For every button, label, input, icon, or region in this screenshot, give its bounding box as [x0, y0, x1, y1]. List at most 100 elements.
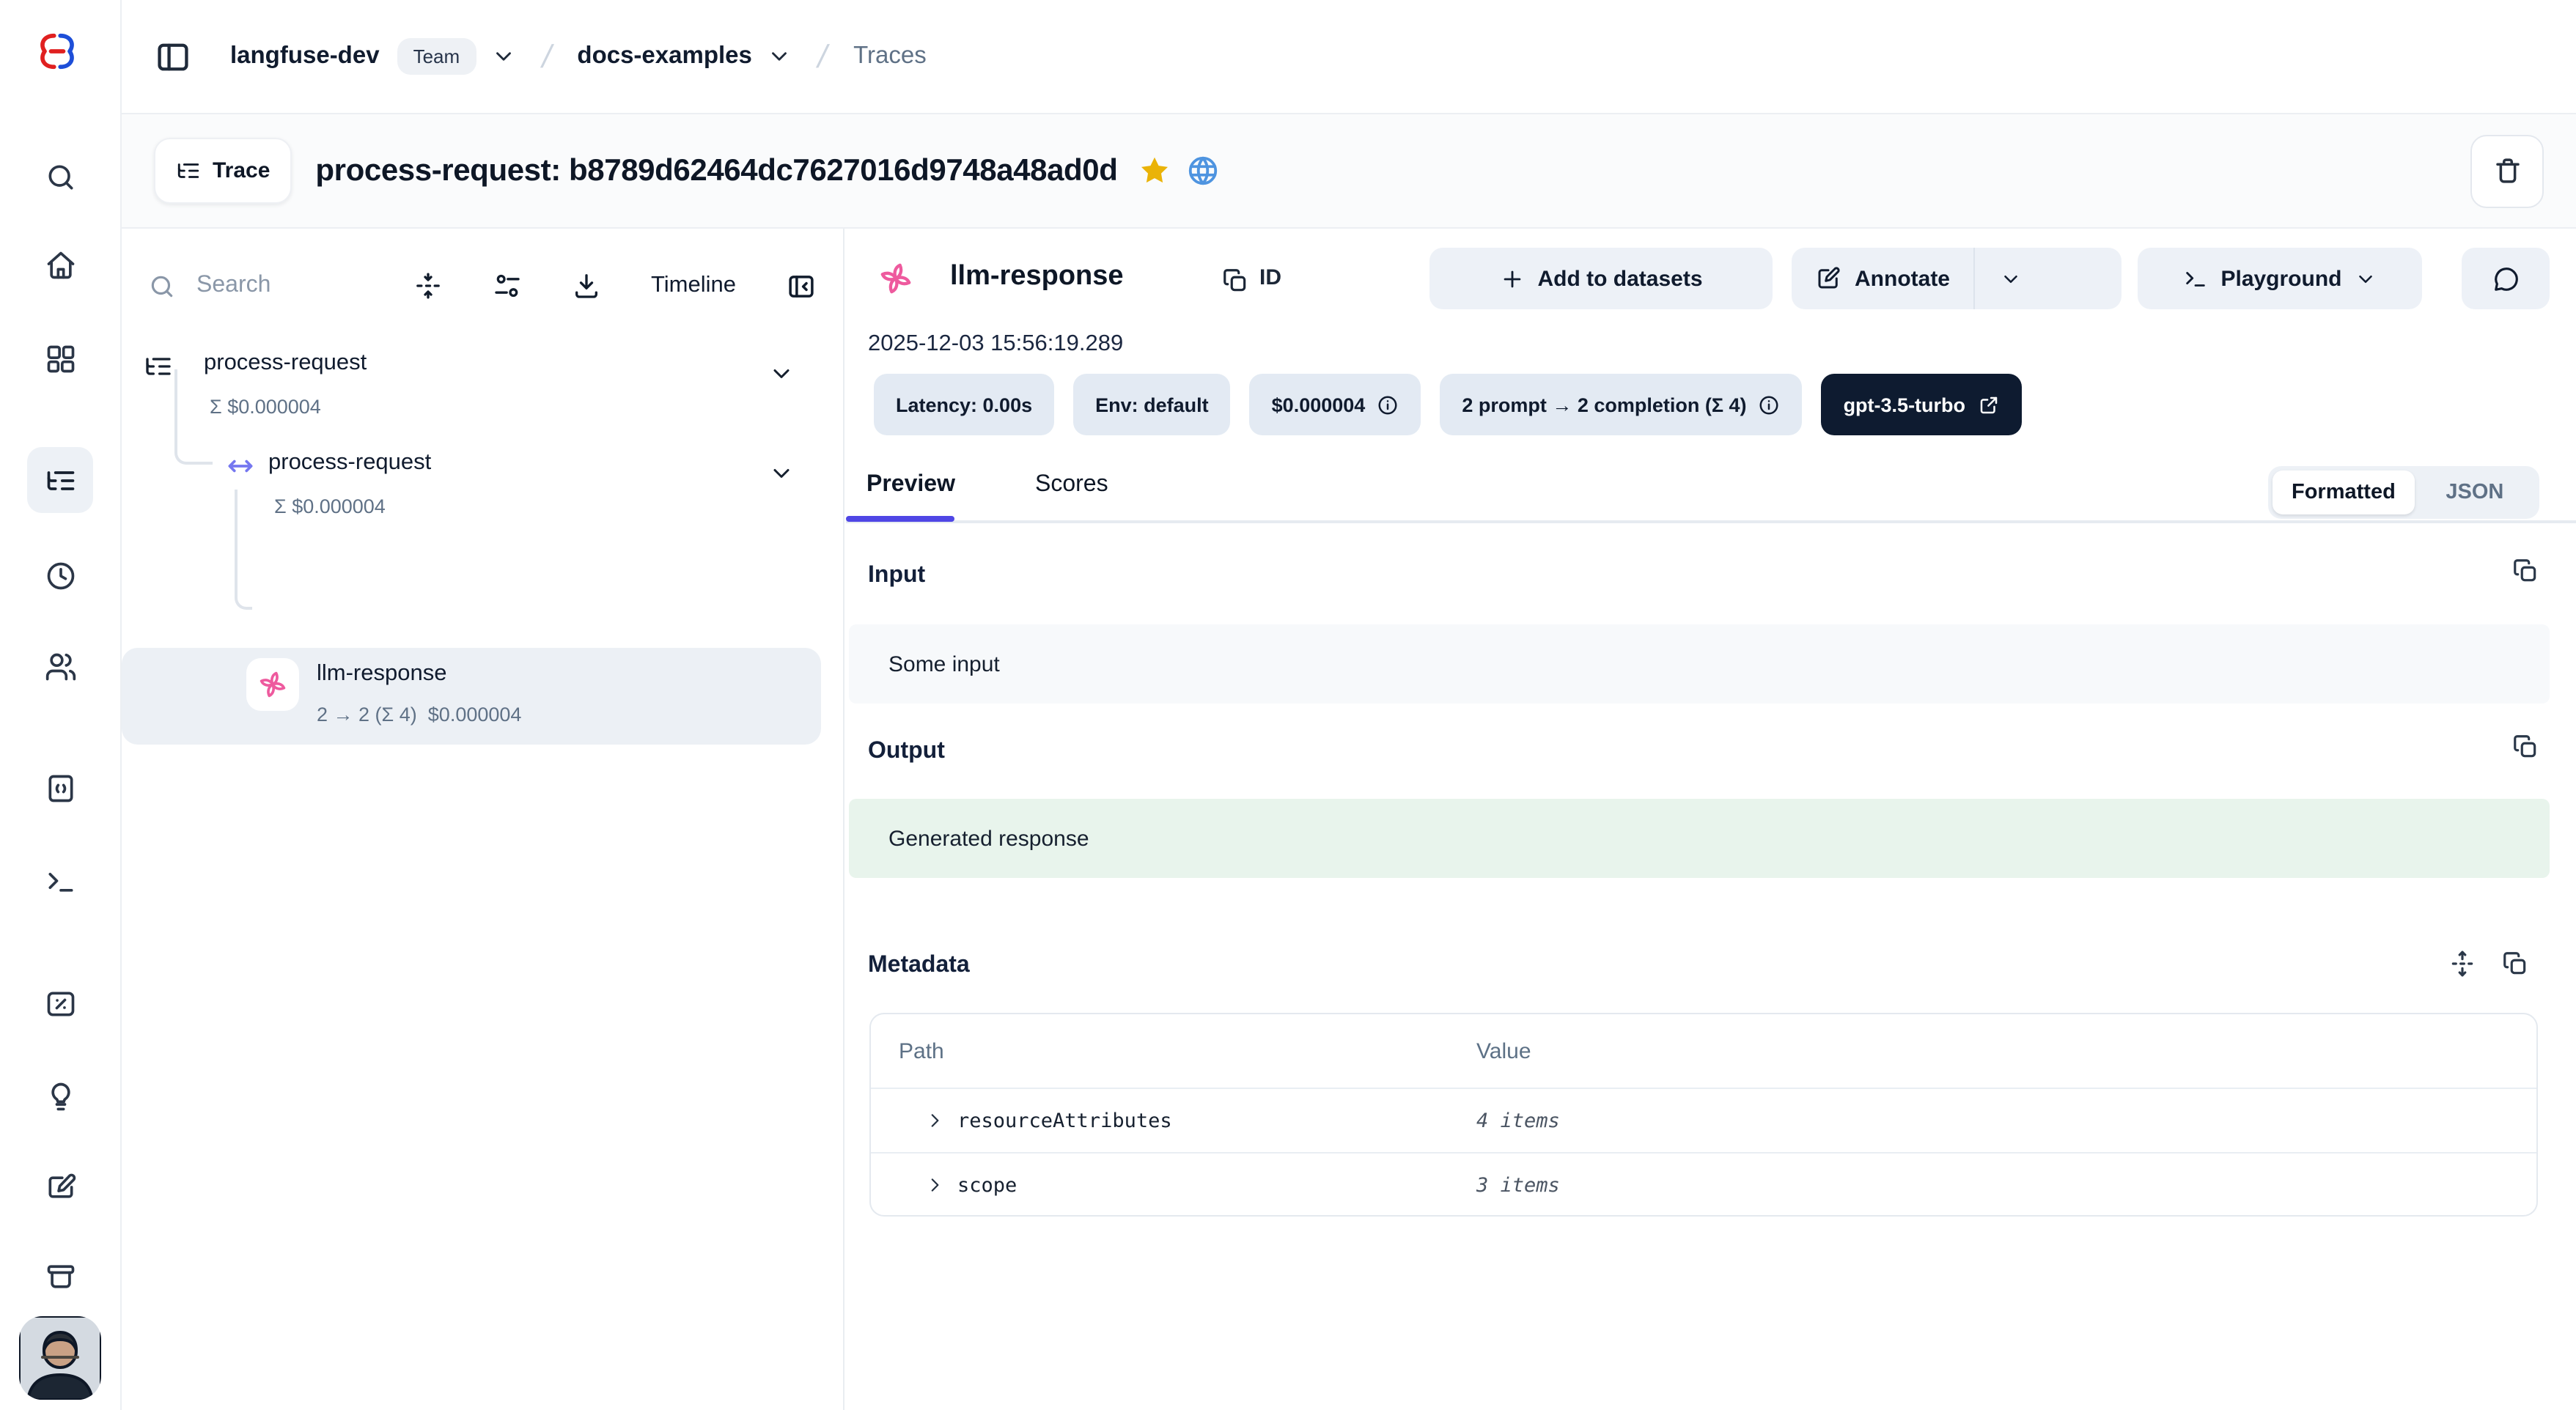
- cost-badge: $0.000004: [1250, 374, 1421, 435]
- search-icon[interactable]: [27, 144, 93, 210]
- playground-button[interactable]: Playground: [2138, 248, 2422, 309]
- metadata-table: Path Value resourceAttributes 4 items sc…: [869, 1013, 2538, 1217]
- generation-icon-box: [246, 658, 299, 711]
- id-label: ID: [1259, 265, 1281, 290]
- latency-badge: Latency: 0.00s: [874, 374, 1054, 435]
- terminal-icon: [2182, 266, 2207, 291]
- column-path: Path: [871, 1038, 944, 1063]
- nav-rail: [0, 0, 122, 1410]
- copy-input-icon[interactable]: [2511, 557, 2539, 585]
- timeline-toggle[interactable]: Timeline: [651, 273, 736, 299]
- langfuse-logo[interactable]: [32, 26, 82, 76]
- breadcrumb-project[interactable]: langfuse-dev: [230, 43, 380, 70]
- tracing-icon[interactable]: [27, 447, 93, 513]
- annotate-button[interactable]: Annotate: [1792, 248, 1973, 309]
- search-icon: [148, 272, 176, 300]
- external-link-icon: [1977, 394, 1999, 416]
- home-icon[interactable]: [27, 232, 93, 298]
- evals-percent-icon[interactable]: [27, 970, 93, 1036]
- metadata-section-label: Metadata: [868, 953, 970, 979]
- metric-badges: Latency: 0.00s Env: default $0.000004 2 …: [874, 374, 2021, 435]
- tab-scores[interactable]: Scores: [1035, 472, 1108, 498]
- users-icon[interactable]: [27, 633, 93, 699]
- breadcrumb-separator: /: [814, 37, 831, 75]
- tree-connector: [174, 369, 213, 465]
- env-badge: Env: default: [1073, 374, 1231, 435]
- formatted-toggle[interactable]: Formatted: [2273, 470, 2415, 514]
- collapse-panel-icon[interactable]: [786, 270, 817, 301]
- app-window: langfuse-dev Team / docs-examples / Trac…: [0, 0, 2576, 1410]
- tabs-divider: [846, 520, 2576, 523]
- datasets-archive-icon[interactable]: [27, 1243, 93, 1309]
- prompts-file-icon[interactable]: [27, 755, 93, 821]
- lightbulb-icon[interactable]: [27, 1063, 93, 1129]
- fold-tree-icon[interactable]: [413, 271, 443, 300]
- breadcrumb-environment[interactable]: docs-examples: [577, 43, 751, 70]
- tab-preview[interactable]: Preview: [866, 472, 955, 498]
- chevron-right-icon: [925, 1111, 944, 1130]
- trace-type-badge: Trace: [154, 138, 292, 204]
- copy-output-icon[interactable]: [2511, 733, 2539, 761]
- copy-metadata-icon[interactable]: [2501, 950, 2529, 978]
- tree-connector: [235, 490, 252, 610]
- org-plan-badge: Team: [397, 38, 476, 75]
- chevron-down-icon[interactable]: [767, 44, 792, 69]
- chevron-right-icon: [925, 1175, 944, 1195]
- input-content: Some input: [849, 624, 2550, 704]
- output-content: Generated response: [849, 799, 2550, 878]
- user-avatar[interactable]: [19, 1316, 101, 1400]
- tree-row-metrics: 2 → 2 (Σ 4) $0.000004: [317, 704, 521, 726]
- info-icon[interactable]: [1377, 394, 1399, 416]
- chevron-down-icon[interactable]: [768, 361, 795, 387]
- square-pen-icon: [1815, 265, 1841, 292]
- playground-terminal-icon[interactable]: [27, 847, 93, 913]
- chevron-down-icon: [2355, 267, 2377, 289]
- trace-title: process-request: b8789d62464dc7627016d97…: [315, 153, 1117, 188]
- chevron-down-icon[interactable]: [490, 44, 515, 69]
- metadata-row-scope[interactable]: scope 3 items: [871, 1152, 2536, 1217]
- tree-row-label: llm-response: [317, 661, 446, 687]
- sessions-clock-icon[interactable]: [27, 542, 93, 608]
- tree-toolbar: Timeline: [122, 229, 843, 343]
- annotate-dropdown-chevron[interactable]: [1975, 248, 2047, 309]
- active-tab-underline: [846, 516, 954, 522]
- view-mode-toggle: Formatted JSON: [2268, 466, 2539, 519]
- annotate-split-button: Annotate: [1792, 248, 2121, 309]
- breadcrumb-bar: langfuse-dev Team / docs-examples / Trac…: [122, 0, 2576, 114]
- metadata-row-resource-attributes[interactable]: resourceAttributes 4 items: [871, 1088, 2536, 1152]
- bookmark-star-icon[interactable]: [1138, 154, 1172, 188]
- generation-pinwheel-icon: [877, 259, 915, 298]
- json-toggle[interactable]: JSON: [2415, 481, 2535, 504]
- model-badge[interactable]: gpt-3.5-turbo: [1822, 374, 2022, 435]
- info-icon[interactable]: [1759, 394, 1781, 416]
- chat-bubble-icon: [2492, 265, 2520, 292]
- tree-row-llm-response-selected[interactable]: [122, 648, 821, 745]
- list-tree-icon: [144, 352, 173, 381]
- trace-header: Trace process-request: b8789d62464dc7627…: [122, 114, 2576, 229]
- list-tree-icon: [176, 158, 201, 183]
- search-input[interactable]: [196, 273, 358, 299]
- delete-trace-button[interactable]: [2470, 134, 2544, 207]
- tree-search[interactable]: [148, 272, 413, 300]
- annotation-pen-icon[interactable]: [27, 1154, 93, 1219]
- dashboards-icon[interactable]: [27, 325, 93, 391]
- span-left-right-icon: [224, 450, 257, 482]
- input-section-label: Input: [868, 563, 925, 589]
- breadcrumb-separator: /: [538, 37, 555, 75]
- download-icon[interactable]: [572, 271, 601, 300]
- generation-pinwheel-icon: [257, 668, 289, 701]
- public-globe-icon[interactable]: [1187, 154, 1221, 188]
- sidebar-toggle-icon[interactable]: [154, 37, 192, 75]
- copy-id-icon[interactable]: [1221, 267, 1249, 295]
- add-to-datasets-button[interactable]: Add to datasets: [1429, 248, 1773, 309]
- comments-button[interactable]: [2462, 248, 2550, 309]
- observation-tree: process-request Σ $0.000004 process-requ…: [122, 343, 843, 1410]
- trash-icon: [2492, 155, 2522, 186]
- display-settings-icon[interactable]: [493, 271, 522, 300]
- chevron-down-icon[interactable]: [768, 460, 795, 487]
- observation-detail-panel: llm-response ID Add to datasets Annotate…: [846, 229, 2576, 1410]
- plus-icon: [1499, 266, 1524, 291]
- expand-metadata-icon[interactable]: [2448, 950, 2476, 978]
- breadcrumb-traces-link[interactable]: Traces: [853, 43, 927, 70]
- output-section-label: Output: [868, 739, 945, 765]
